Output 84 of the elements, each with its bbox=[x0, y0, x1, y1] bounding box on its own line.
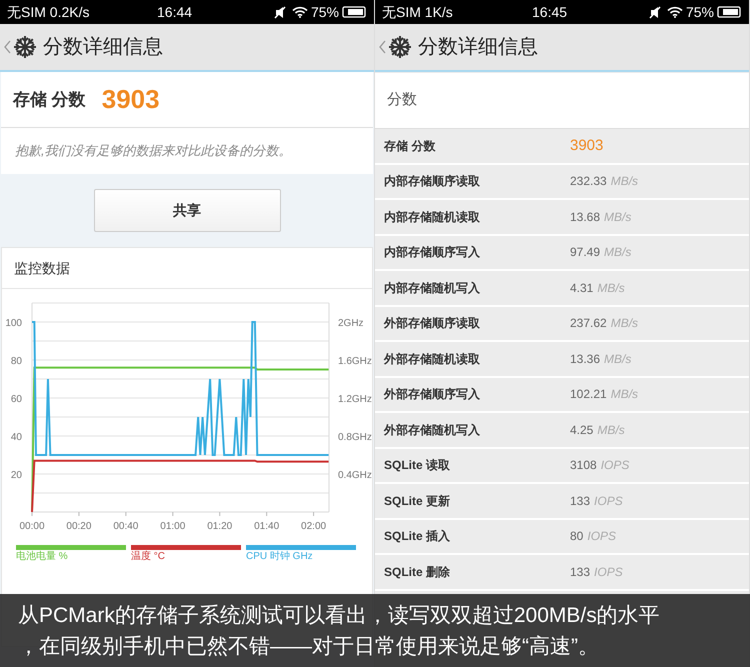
share-button[interactable]: 共享 bbox=[94, 189, 280, 232]
clock-text: 16:45 bbox=[532, 2, 568, 22]
snowflake-icon bbox=[388, 35, 412, 59]
metric-value: 232.33 bbox=[570, 173, 607, 190]
mute-icon bbox=[274, 6, 286, 18]
axis-label: 20 bbox=[10, 470, 22, 481]
row-label: 外部存储随机读取 bbox=[384, 350, 481, 368]
axis-label: 40 bbox=[10, 432, 22, 443]
axis-label: 01:00 bbox=[160, 521, 186, 532]
axis-label: 1.2GHz bbox=[338, 394, 372, 405]
legend-label: CPU 时钟 GHz bbox=[246, 551, 313, 562]
metric-value: 13.68 bbox=[570, 208, 600, 226]
metric-unit: MB/s bbox=[610, 173, 638, 190]
back-icon[interactable] bbox=[4, 40, 11, 54]
metric-unit: MB/s bbox=[610, 386, 638, 404]
axis-label: 1.6GHz bbox=[338, 356, 372, 367]
metric-value: 237.62 bbox=[570, 315, 607, 332]
metric-unit: MB/s bbox=[610, 315, 638, 332]
row-label: 内部存储顺序读取 bbox=[384, 173, 481, 190]
row-label: SQLite 插入 bbox=[384, 528, 452, 546]
note-text: 抱歉,我们没有足够的数据来对比此设备的分数。 bbox=[15, 142, 292, 160]
metric-value: 102.21 bbox=[570, 386, 607, 404]
back-icon[interactable] bbox=[379, 40, 386, 54]
row-label: 外部存储顺序写入 bbox=[384, 386, 481, 404]
axis-label: 0.4GHz bbox=[338, 470, 372, 481]
metric-value: 97.49 bbox=[570, 244, 600, 262]
metric-value: 3108 bbox=[570, 457, 597, 474]
score-label: 存储 分数 bbox=[13, 88, 86, 111]
axis-label: 01:40 bbox=[254, 521, 280, 532]
card-title: 监控数据 bbox=[14, 258, 70, 278]
mute-icon bbox=[648, 6, 661, 18]
metric-value: 133 bbox=[570, 492, 590, 510]
axis-label: 2GHz bbox=[338, 318, 364, 329]
battery-icon bbox=[717, 6, 742, 18]
axis-label: 01:20 bbox=[207, 521, 232, 532]
metric-unit: MB/s bbox=[604, 350, 632, 368]
metric-unit: IOPS bbox=[594, 492, 623, 510]
legend-label: 温度 °C bbox=[131, 551, 165, 562]
axis-label: 80 bbox=[10, 356, 22, 367]
battery-percent: 75% bbox=[686, 2, 714, 22]
row-label: SQLite 读取 bbox=[384, 457, 452, 474]
row-label: SQLite 删除 bbox=[384, 564, 452, 581]
metric-value: 133 bbox=[570, 564, 590, 581]
axis-label: 00:40 bbox=[113, 521, 138, 532]
metric-unit: MB/s bbox=[597, 422, 625, 439]
axis-label: 02:00 bbox=[301, 521, 326, 532]
axis-label: 60 bbox=[10, 394, 22, 405]
score-value: 3903 bbox=[570, 136, 604, 156]
metric-unit: IOPS bbox=[594, 564, 623, 581]
snowflake-icon bbox=[13, 35, 37, 59]
row-label: 存储 分数 bbox=[384, 138, 436, 155]
row-label: 内部存储顺序写入 bbox=[384, 244, 481, 262]
legend-label: 电池电量 % bbox=[16, 551, 68, 562]
metric-unit: MB/s bbox=[597, 280, 625, 297]
battery-percent: 75% bbox=[310, 2, 339, 22]
metric-value: 4.25 bbox=[570, 422, 594, 439]
metric-unit: MB/s bbox=[604, 244, 632, 262]
row-label: 外部存储随机写入 bbox=[384, 422, 481, 439]
axis-label: 0.8GHz bbox=[338, 432, 372, 443]
row-label: SQLite 更新 bbox=[384, 492, 452, 510]
section-title: 分数 bbox=[387, 90, 417, 110]
page-title: 分数详细信息 bbox=[418, 35, 538, 60]
battery-icon bbox=[342, 6, 367, 18]
metric-value: 13.36 bbox=[570, 350, 600, 368]
metric-value: 80 bbox=[570, 528, 584, 546]
row-label: 内部存储随机读取 bbox=[384, 208, 481, 226]
carrier-text: 无SIM 0.2K/s bbox=[7, 2, 90, 22]
metric-unit: MB/s bbox=[604, 208, 632, 226]
clock-text: 16:44 bbox=[157, 2, 194, 22]
carrier-text: 无SIM 1K/s bbox=[382, 2, 454, 22]
axis-label: 00:00 bbox=[19, 521, 45, 532]
metric-value: 4.31 bbox=[570, 280, 594, 297]
metric-unit: IOPS bbox=[587, 528, 616, 546]
row-label: 内部存储随机写入 bbox=[384, 280, 481, 297]
score-value: 3903 bbox=[102, 83, 160, 116]
metric-unit: IOPS bbox=[600, 457, 630, 474]
wifi-icon bbox=[666, 6, 683, 18]
page-title: 分数详细信息 bbox=[43, 35, 163, 60]
caption-text: 从PCMark的存储子系统测试可以看出，读写双双超过200MB/s的水平 bbox=[18, 602, 661, 628]
axis-label: 00:20 bbox=[66, 521, 92, 532]
caption-text: ，在同级别手机中已然不错——对于日常使用来说足够“高速”。 bbox=[18, 634, 600, 660]
axis-label: 100 bbox=[5, 318, 22, 329]
row-label: 外部存储顺序读取 bbox=[384, 315, 481, 332]
wifi-icon bbox=[292, 6, 308, 18]
